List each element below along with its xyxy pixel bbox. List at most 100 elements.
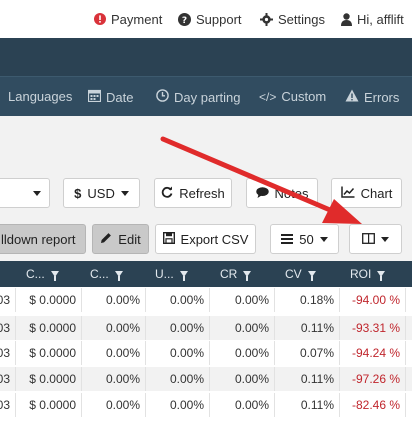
tab-languages[interactable]: Languages bbox=[8, 89, 72, 104]
cell-roi: -93.31 % bbox=[340, 316, 406, 340]
filter-icon[interactable] bbox=[114, 271, 123, 281]
app-header bbox=[0, 38, 412, 76]
chevron-down-icon bbox=[319, 236, 328, 242]
tab-day-parting[interactable]: Day parting bbox=[156, 89, 240, 105]
tab-errors[interactable]: Errors bbox=[345, 89, 399, 105]
cell-lead: 03 bbox=[0, 341, 16, 365]
column-header[interactable]: C... bbox=[90, 261, 123, 287]
filter-dropdown[interactable] bbox=[0, 178, 50, 208]
chart-button[interactable]: Chart bbox=[331, 178, 402, 208]
export-csv-button[interactable]: Export CSV bbox=[155, 224, 256, 254]
dollar-icon: $ bbox=[74, 185, 82, 201]
filter-icon[interactable] bbox=[377, 271, 386, 281]
table-row[interactable]: 03 $ 0.0000 0.00% 0.00% 0.00% 0.11% -82.… bbox=[0, 393, 412, 417]
cell-c2: 0.00% bbox=[82, 341, 146, 365]
alert-circle-icon bbox=[94, 13, 106, 25]
cell-lead: 03 bbox=[0, 393, 16, 417]
cell-roi: -97.26 % bbox=[340, 367, 406, 391]
currency-select[interactable]: $ USD bbox=[63, 178, 140, 208]
tab-date-label: Date bbox=[106, 89, 134, 105]
cell-cr: 0.00% bbox=[210, 288, 275, 312]
cell-cost: $ 0.0000 bbox=[16, 288, 82, 312]
user-icon bbox=[341, 12, 352, 26]
cell-u: 0.00% bbox=[146, 393, 210, 417]
rows-per-page-select[interactable]: 50 bbox=[270, 224, 339, 254]
tab-date[interactable]: Date bbox=[87, 89, 134, 105]
cell-lead: 03 bbox=[0, 367, 16, 391]
svg-text:?: ? bbox=[182, 16, 187, 26]
notes-label: Notes bbox=[274, 185, 309, 201]
chart-label: Chart bbox=[360, 185, 393, 201]
columns-icon bbox=[362, 232, 375, 247]
cell-cr: 0.00% bbox=[210, 367, 275, 391]
cell-lead: 03 bbox=[0, 288, 16, 312]
cell-cr: 0.00% bbox=[210, 341, 275, 365]
question-circle-icon: ? bbox=[178, 12, 191, 26]
edit-button[interactable]: Edit bbox=[92, 224, 149, 254]
user-menu[interactable]: Hi, afflift bbox=[341, 10, 404, 28]
column-header[interactable]: U... bbox=[155, 261, 188, 287]
save-icon bbox=[162, 231, 175, 247]
column-header-label: C... bbox=[90, 267, 109, 281]
table-row[interactable]: 03 $ 0.0000 0.00% 0.00% 0.00% 0.07% -94.… bbox=[0, 341, 412, 365]
cell-u: 0.00% bbox=[146, 288, 210, 312]
filter-icon[interactable] bbox=[50, 271, 59, 281]
cell-c2: 0.00% bbox=[82, 393, 146, 417]
refresh-icon bbox=[161, 186, 173, 201]
cell-c2: 0.00% bbox=[82, 288, 146, 312]
cell-roi: -94.00 % bbox=[340, 288, 406, 312]
warning-triangle-icon bbox=[345, 89, 359, 105]
column-header-label: CV bbox=[285, 267, 302, 281]
column-header-label: U... bbox=[155, 267, 174, 281]
rows-per-page-value: 50 bbox=[299, 231, 314, 247]
list-icon bbox=[281, 232, 294, 247]
calendar-icon bbox=[87, 89, 102, 105]
table-row[interactable]: 03 $ 0.0000 0.00% 0.00% 0.00% 0.11% -93.… bbox=[0, 316, 412, 340]
cell-lead: 03 bbox=[0, 316, 16, 340]
cell-cv: 0.18% bbox=[275, 288, 340, 312]
column-header[interactable]: CR bbox=[220, 261, 252, 287]
settings-label: Settings bbox=[278, 11, 325, 27]
tab-custom[interactable]: </> Custom bbox=[259, 89, 326, 104]
drilldown-report-button[interactable]: lldown report bbox=[0, 224, 86, 254]
support-link[interactable]: ? Support bbox=[178, 10, 242, 28]
notes-button[interactable]: Notes bbox=[246, 178, 318, 208]
edit-label: Edit bbox=[118, 231, 141, 247]
cell-cr: 0.00% bbox=[210, 316, 275, 340]
filter-icon[interactable] bbox=[307, 271, 316, 281]
filter-icon[interactable] bbox=[243, 271, 252, 281]
cell-cost: $ 0.0000 bbox=[16, 367, 82, 391]
code-icon: </> bbox=[259, 89, 277, 104]
tab-custom-label: Custom bbox=[281, 89, 327, 104]
chevron-down-icon bbox=[381, 236, 389, 242]
filter-icon[interactable] bbox=[179, 271, 188, 281]
cell-c2: 0.00% bbox=[82, 316, 146, 340]
drilldown-label: lldown report bbox=[1, 231, 76, 247]
tab-errors-label: Errors bbox=[364, 89, 400, 105]
refresh-label[interactable]: Refresh bbox=[179, 186, 225, 201]
refresh-button[interactable]: Refresh bbox=[154, 178, 232, 208]
cell-c2: 0.00% bbox=[82, 367, 146, 391]
cell-roi: -82.46 % bbox=[340, 393, 406, 417]
cell-cost: $ 0.0000 bbox=[16, 393, 82, 417]
payment-link[interactable]: Payment bbox=[94, 10, 162, 28]
support-label: Support bbox=[196, 11, 242, 27]
table-row[interactable]: 03 $ 0.0000 0.00% 0.00% 0.00% 0.18% -94.… bbox=[0, 288, 412, 312]
columns-toggle-button[interactable] bbox=[349, 224, 402, 254]
payment-label: Payment bbox=[111, 11, 163, 27]
tab-day-parting-label: Day parting bbox=[174, 89, 241, 105]
column-header-label: ROI bbox=[350, 267, 372, 281]
cell-cv: 0.11% bbox=[275, 393, 340, 417]
pencil-icon bbox=[100, 232, 112, 247]
cell-cv: 0.11% bbox=[275, 367, 340, 391]
column-header[interactable]: C... bbox=[26, 261, 59, 287]
currency-label: USD bbox=[87, 185, 115, 201]
gear-icon bbox=[260, 12, 273, 26]
column-header[interactable]: ROI bbox=[350, 261, 386, 287]
cell-u: 0.00% bbox=[146, 316, 210, 340]
table-row[interactable]: 03 $ 0.0000 0.00% 0.00% 0.00% 0.11% -97.… bbox=[0, 367, 412, 391]
settings-link[interactable]: Settings bbox=[260, 10, 325, 28]
cell-cost: $ 0.0000 bbox=[16, 316, 82, 340]
column-header[interactable]: CV bbox=[285, 261, 316, 287]
column-header-label: C... bbox=[26, 267, 45, 281]
